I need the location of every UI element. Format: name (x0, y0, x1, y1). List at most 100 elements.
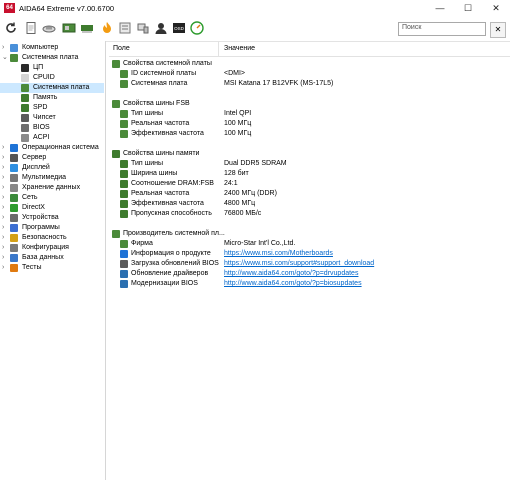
chevron-right-icon[interactable]: › (2, 263, 8, 273)
detail-row[interactable]: ID системной платы <DMI> (109, 69, 510, 79)
column-header-field[interactable]: Поле (113, 45, 130, 52)
value-link[interactable]: http://www.aida64.com/goto/?p=drvupdates (224, 269, 358, 279)
detail-row[interactable]: Эффективная частота 100 МГц (109, 129, 510, 139)
row-icon (120, 210, 128, 218)
chevron-right-icon[interactable]: › (2, 43, 8, 53)
tree-item[interactable]: › Безопасность (0, 233, 104, 243)
tree-item[interactable]: › Конфигурация (0, 243, 104, 253)
tree-item[interactable]: ЦП (0, 63, 104, 73)
tree-item[interactable]: Память (0, 93, 104, 103)
tree-item[interactable]: › Дисплей (0, 163, 104, 173)
gauge-icon[interactable] (190, 21, 204, 35)
detail-row[interactable]: Соотношение DRAM:FSB 24:1 (109, 179, 510, 189)
tree-item[interactable]: › Компьютер (0, 43, 104, 53)
tree-item[interactable]: › Тесты (0, 263, 104, 273)
row-icon (120, 120, 128, 128)
tree-item[interactable]: Чипсет (0, 113, 104, 123)
field-value: 100 МГц (224, 130, 252, 137)
chevron-right-icon[interactable]: › (2, 193, 8, 203)
tree-item[interactable]: CPUID (0, 73, 104, 83)
chevron-right-icon[interactable]: › (2, 213, 8, 223)
field-name: Обновление драйверов (131, 270, 209, 277)
osd-icon[interactable]: OSD (172, 21, 186, 35)
section-header-row[interactable]: Свойства шины FSB (109, 99, 510, 109)
tree-item[interactable]: › Сеть (0, 193, 104, 203)
report-icon[interactable] (24, 21, 38, 35)
tree-item[interactable]: › База данных (0, 253, 104, 263)
chevron-right-icon[interactable]: › (2, 233, 8, 243)
minimize-button[interactable]: — (426, 0, 454, 17)
section-header-row[interactable] (109, 89, 510, 99)
section-header-row[interactable]: Свойства шины памяти (109, 149, 510, 159)
detail-row[interactable]: Обновление драйверов http://www.aida64.co… (109, 269, 510, 279)
row-icon (120, 270, 128, 278)
detail-row[interactable]: Системная плата MSI Katana 17 B12VFK (MS-… (109, 79, 510, 89)
tree-item-icon (10, 164, 18, 172)
tree-item[interactable]: › Мультимедиа (0, 173, 104, 183)
tree-item-icon (10, 54, 18, 62)
tree-item[interactable]: BIOS (0, 123, 104, 133)
field-value: Micro-Star Int'l Co.,Ltd. (224, 240, 296, 247)
chevron-right-icon[interactable]: › (2, 143, 8, 153)
detail-row[interactable]: Реальная частота 100 МГц (109, 119, 510, 129)
tree-item[interactable]: › Программы (0, 223, 104, 233)
search-clear-button[interactable]: ✕ (490, 22, 506, 38)
tree-item-label: Дисплей (22, 164, 50, 171)
value-link[interactable]: http://www.aida64.com/goto/?p=biosupdate… (224, 279, 362, 289)
section-header-row[interactable] (109, 219, 510, 229)
tree-item[interactable]: › DirectX (0, 203, 104, 213)
field-value: 128 бит (224, 170, 249, 177)
column-header-value[interactable]: Значение (224, 45, 255, 52)
memory-icon[interactable] (80, 21, 94, 35)
detail-row[interactable]: Загрузка обновлений BIOS https://www.msi.… (109, 259, 510, 269)
flame-icon[interactable] (100, 21, 114, 35)
detail-row[interactable]: Эффективная частота 4800 МГц (109, 199, 510, 209)
field-name: Тип шины (131, 110, 164, 117)
detail-row[interactable]: Информация о продукте https://www.msi.com… (109, 249, 510, 259)
field-value: 2400 МГц (DDR) (224, 190, 277, 197)
close-button[interactable]: ✕ (482, 0, 510, 17)
chevron-right-icon[interactable]: › (2, 173, 8, 183)
chevron-right-icon[interactable]: › (2, 203, 8, 213)
detail-row[interactable]: Реальная частота 2400 МГц (DDR) (109, 189, 510, 199)
tree-item[interactable]: Системная плата (0, 83, 104, 93)
value-link[interactable]: https://www.msi.com/support#support_down… (224, 259, 374, 269)
cabinet-icon[interactable] (118, 21, 132, 35)
detail-row[interactable]: Тип шины Dual DDR5 SDRAM (109, 159, 510, 169)
maximize-button[interactable]: ☐ (454, 0, 482, 17)
chevron-right-icon[interactable]: › (2, 243, 8, 253)
chevron-right-icon[interactable]: › (2, 153, 8, 163)
cpu-icon[interactable] (42, 21, 56, 35)
column-header: Поле Значение (109, 41, 510, 57)
tree-item[interactable]: › Сервер (0, 153, 104, 163)
section-header-row[interactable] (109, 139, 510, 149)
tree-item[interactable]: › Хранение данных (0, 183, 104, 193)
chevron-right-icon[interactable]: › (2, 223, 8, 233)
detail-row[interactable]: Пропускная способность 76800 МБ/с (109, 209, 510, 219)
devices-icon[interactable] (136, 21, 150, 35)
detail-row[interactable]: Ширина шины 128 бит (109, 169, 510, 179)
chevron-right-icon[interactable]: › (2, 163, 8, 173)
refresh-icon[interactable] (4, 21, 18, 35)
column-divider[interactable] (218, 41, 219, 56)
tree-item[interactable]: ⌄ Системная плата (0, 53, 104, 63)
tree-item[interactable]: ACPI (0, 133, 104, 143)
chevron-right-icon[interactable]: › (2, 253, 8, 263)
section-title: Свойства шины памяти (123, 150, 200, 157)
tree-item[interactable]: › Устройства (0, 213, 104, 223)
tree-item[interactable]: › Операционная система (0, 143, 104, 153)
tree-item[interactable]: SPD (0, 103, 104, 113)
section-header-row[interactable]: Свойства системной платы (109, 59, 510, 69)
chevron-down-icon[interactable]: ⌄ (2, 53, 8, 63)
detail-row[interactable]: Модернизации BIOS http://www.aida64.com/g… (109, 279, 510, 289)
tree-item-label: Чипсет (33, 114, 56, 121)
detail-row[interactable]: Фирма Micro-Star Int'l Co.,Ltd. (109, 239, 510, 249)
detail-row[interactable]: Тип шины Intel QPI (109, 109, 510, 119)
search-input[interactable]: Поиск (398, 22, 486, 36)
section-header-row[interactable]: Производитель системной пл... (109, 229, 510, 239)
user-icon[interactable] (154, 21, 168, 35)
value-link[interactable]: https://www.msi.com/Motherboards (224, 249, 333, 259)
chevron-right-icon[interactable]: › (2, 183, 8, 193)
motherboard-icon[interactable] (62, 21, 76, 35)
tree-item-icon (10, 214, 18, 222)
